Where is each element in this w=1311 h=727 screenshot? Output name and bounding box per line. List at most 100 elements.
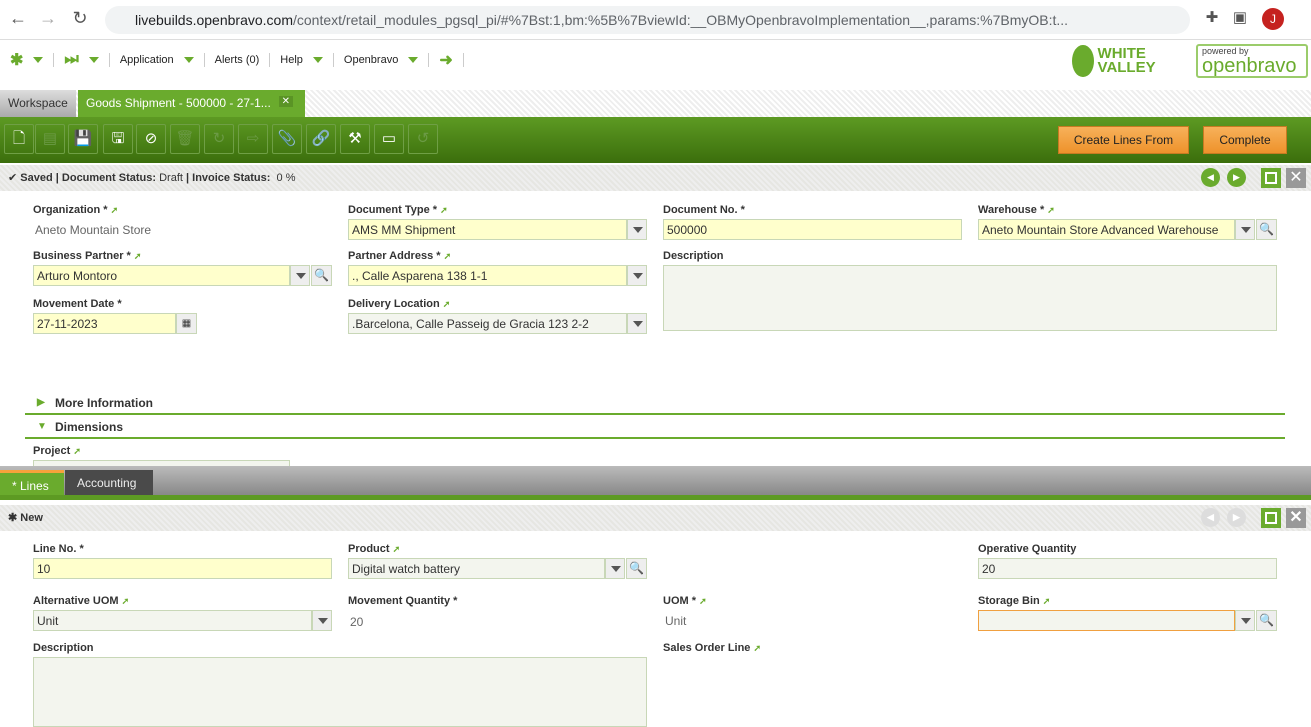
dropdown-icon[interactable] <box>605 558 625 579</box>
business-partner-select[interactable]: Arturo Montoro <box>33 265 290 286</box>
calendar-icon[interactable]: ▦ <box>176 313 197 334</box>
sales-order-line-label: Sales Order Line ➚ <box>663 642 762 654</box>
tab-accounting[interactable]: Accounting <box>65 470 153 495</box>
next-record-icon[interactable]: ▶ <box>1227 168 1246 187</box>
fast-forward-icon: ⏭ <box>64 51 79 68</box>
maximize-icon[interactable] <box>1261 168 1281 188</box>
chevron-down-icon <box>312 57 323 63</box>
maximize-icon[interactable] <box>1261 508 1281 528</box>
operative-quantity-input[interactable]: 20 <box>978 558 1277 579</box>
line-description-label: Description <box>33 642 94 654</box>
partner-address-select[interactable]: ., Calle Asparena 138 1-1 <box>348 265 627 286</box>
description-label: Description <box>663 250 724 262</box>
dropdown-icon[interactable] <box>1235 610 1255 631</box>
project-label: Project ➚ <box>33 445 81 457</box>
create-lines-from-button[interactable]: Create Lines From <box>1058 126 1189 154</box>
document-type-select[interactable]: AMS MM Shipment <box>348 219 627 240</box>
previous-record-icon[interactable]: ◀ <box>1201 168 1220 187</box>
product-select[interactable]: Digital watch battery <box>348 558 605 579</box>
dimensions-section[interactable]: ▼ Dimensions <box>25 417 1285 439</box>
user-menu[interactable]: Openbravo <box>334 53 430 67</box>
quick-create-menu[interactable]: ✱ <box>0 52 55 69</box>
refresh-icon: ↻ <box>204 124 234 154</box>
sidepanel-icon[interactable]: ▣ <box>1228 8 1252 26</box>
white-valley-logo: WHITE VALLEY <box>1072 44 1172 78</box>
new-document-icon[interactable]: 🗋 <box>4 124 34 154</box>
close-icon[interactable]: ✕ <box>1286 508 1306 528</box>
saved-status: Saved <box>20 172 53 184</box>
link-icon[interactable]: 🔗 <box>306 124 336 154</box>
search-icon[interactable]: 🔍 <box>1256 219 1277 240</box>
tab-goods-shipment[interactable]: Goods Shipment - 500000 - 27-1... ✕ <box>78 90 305 117</box>
save-icon[interactable]: 💾 <box>68 124 98 154</box>
dropdown-icon[interactable] <box>627 219 647 240</box>
tab-workspace[interactable]: Workspace <box>0 90 76 117</box>
movement-date-input[interactable]: 27-11-2023 <box>33 313 176 334</box>
dropdown-icon[interactable] <box>312 610 332 631</box>
document-no-input[interactable]: 500000 <box>663 219 962 240</box>
storage-bin-input[interactable] <box>978 610 1235 631</box>
invoice-status: 0 % <box>276 172 296 184</box>
warehouse-select[interactable]: Aneto Mountain Store Advanced Warehouse <box>978 219 1235 240</box>
warehouse-label: Warehouse * ➚ <box>978 204 1055 216</box>
search-icon[interactable]: 🔍 <box>1256 610 1277 631</box>
search-icon[interactable]: 🔍 <box>311 265 332 286</box>
product-label: Product ➚ <box>348 543 401 555</box>
extensions-icon[interactable]: ✚ <box>1200 8 1224 26</box>
line-no-input[interactable]: 10 <box>33 558 332 579</box>
dropdown-icon[interactable] <box>1235 219 1255 240</box>
document-type-label: Document Type * ➚ <box>348 204 448 216</box>
alternative-uom-select[interactable]: Unit <box>33 610 312 631</box>
tab-lines[interactable]: * Lines <box>0 470 64 495</box>
forward-icon[interactable]: → <box>36 8 60 29</box>
attachment-icon: 📎 <box>272 124 302 154</box>
address-bar[interactable]: livebuilds.openbravo.com/context/retail_… <box>105 6 1190 34</box>
dropdown-icon[interactable] <box>290 265 310 286</box>
next-record-icon: ▶ <box>1227 508 1246 527</box>
status-bar: ✔ Saved | Document Status: Draft | Invoi… <box>0 165 1311 191</box>
description-textarea[interactable] <box>663 265 1277 331</box>
alerts-link[interactable]: Alerts (0) <box>205 53 271 67</box>
asterisk-icon: ✱ <box>10 52 24 69</box>
line-no-label: Line No. * <box>33 543 84 555</box>
application-label: Application <box>119 54 174 66</box>
reload-icon[interactable]: ↻ <box>68 8 92 29</box>
child-tabs: * Lines Accounting <box>0 466 1311 500</box>
openbravo-logo: powered by openbravo <box>1196 44 1308 78</box>
close-icon[interactable]: ✕ <box>1286 168 1306 188</box>
save-close-icon[interactable]: 🖫 <box>103 124 133 154</box>
window-tabs: Workspace Goods Shipment - 500000 - 27-1… <box>0 90 1311 117</box>
url-host: livebuilds.openbravo.com <box>135 12 293 28</box>
chevron-down-icon <box>408 57 419 63</box>
quick-launch-menu[interactable]: ⏭ <box>54 51 110 68</box>
search-icon[interactable]: 🔍 <box>626 558 647 579</box>
back-icon[interactable]: ← <box>6 8 30 29</box>
line-description-textarea[interactable] <box>33 657 647 727</box>
avatar[interactable]: J <box>1262 8 1284 30</box>
logout-button[interactable]: ➜ <box>429 52 464 69</box>
undo-icon[interactable]: ⊘ <box>136 124 166 154</box>
layout-icon[interactable]: ▭ <box>374 124 404 154</box>
movement-date-label: Movement Date * <box>33 298 122 310</box>
business-partner-label: Business Partner * ➚ <box>33 250 142 262</box>
dropdown-icon[interactable] <box>627 265 647 286</box>
chevron-down-icon <box>33 57 44 63</box>
delivery-location-select[interactable]: .Barcelona, Calle Passeig de Gracia 123 … <box>348 313 627 334</box>
tools-icon[interactable]: ⚒ <box>340 124 370 154</box>
uom-value: Unit <box>665 614 687 628</box>
complete-button[interactable]: Complete <box>1203 126 1287 154</box>
invoice-status-label: Invoice Status: <box>192 172 271 184</box>
help-menu[interactable]: Help <box>270 53 334 67</box>
check-icon: ✔ <box>8 172 18 184</box>
operative-quantity-label: Operative Quantity <box>978 543 1077 555</box>
more-information-section[interactable]: ▶ More Information <box>25 393 1285 415</box>
toolbar: 🗋 ▤ 💾 🖫 ⊘ 🗑 ↻ ⇨ 📎 🔗 ⚒ ▭ ↺ Create Lines F… <box>0 117 1311 163</box>
storage-bin-label: Storage Bin ➚ <box>978 595 1051 607</box>
delete-icon: 🗑 <box>170 124 200 154</box>
dropdown-icon[interactable] <box>627 313 647 334</box>
application-menu[interactable]: Application <box>110 53 205 67</box>
user-label: Openbravo <box>343 54 399 66</box>
help-label: Help <box>280 54 303 66</box>
close-tab-icon[interactable]: ✕ <box>278 96 293 107</box>
chevron-down-icon <box>88 57 99 63</box>
